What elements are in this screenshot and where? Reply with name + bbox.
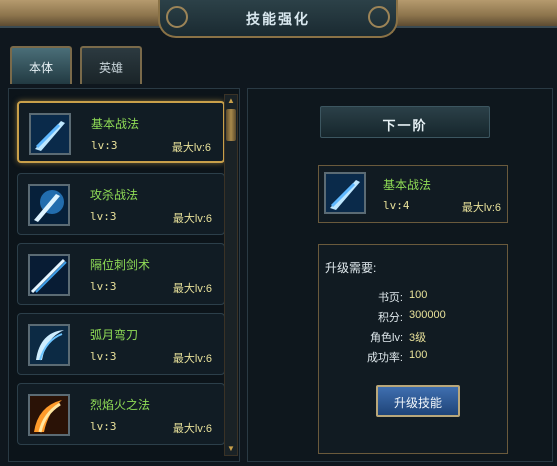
skill-list: 基本战法 lv:3 最大lv:6 攻杀战法 lv:3 最大lv:6 隔位刺剑术 … — [8, 88, 240, 462]
skill-name: 弧月弯刀 — [90, 328, 139, 342]
skill-item-3[interactable]: 隔位刺剑术 lv:3 最大lv:6 — [17, 243, 225, 305]
skill-level: lv:3 — [90, 420, 117, 433]
skill-name: 隔位刺剑术 — [90, 258, 151, 272]
next-stage-level: lv:4 — [383, 199, 410, 212]
skill-item-1[interactable]: 基本战法 lv:3 最大lv:6 — [17, 101, 225, 163]
requirement-value: 300000 — [409, 309, 446, 321]
title-plate: 技能强化 — [158, 0, 398, 38]
window-title: 技能强化 — [246, 11, 310, 27]
tab-body[interactable]: 本体 — [10, 46, 72, 84]
requirement-label: 成功率: — [366, 352, 403, 364]
sword-thrust-icon — [28, 254, 70, 296]
skill-level: lv:3 — [90, 210, 117, 223]
next-stage-header: 下一阶 — [320, 106, 490, 138]
skill-item-4[interactable]: 弧月弯刀 lv:3 最大lv:6 — [17, 313, 225, 375]
next-stage-max-level: 最大lv:6 — [461, 202, 501, 214]
skill-level: lv:3 — [90, 350, 117, 363]
next-stage-skill-name: 基本战法 — [383, 178, 432, 192]
requirement-value: 100 — [409, 349, 428, 361]
requirement-label: 积分: — [377, 312, 403, 324]
sword-slash-icon — [324, 172, 366, 214]
fire-slash-icon — [28, 394, 70, 436]
requirement-label: 角色lv: — [370, 332, 403, 344]
skill-max-level: 最大lv:6 — [172, 283, 212, 295]
scroll-up-icon[interactable]: ▲ — [225, 95, 237, 107]
skill-name: 烈焰火之法 — [90, 398, 151, 412]
skill-level: lv:3 — [90, 280, 117, 293]
skill-max-level: 最大lv:6 — [172, 213, 212, 225]
scroll-thumb[interactable] — [226, 109, 236, 141]
skill-max-level: 最大lv:6 — [172, 353, 212, 365]
skill-list-scrollbar[interactable]: ▲ ▼ — [224, 94, 238, 456]
skill-max-level: 最大lv:6 — [172, 423, 212, 435]
skill-level: lv:3 — [91, 139, 118, 152]
skill-max-level: 最大lv:6 — [171, 142, 211, 154]
next-stage-card: 基本战法 lv:4 最大lv:6 — [318, 165, 508, 223]
blue-burst-icon — [28, 184, 70, 226]
requirement-label: 书页: — [377, 292, 403, 304]
requirements-title: 升级需要: — [325, 261, 377, 275]
skill-name: 基本战法 — [91, 117, 140, 131]
upgrade-skill-button[interactable]: 升级技能 — [376, 385, 460, 417]
sword-slash-icon — [29, 113, 71, 155]
requirement-value: 3级 — [409, 332, 427, 344]
tab-hero[interactable]: 英雄 — [80, 46, 142, 84]
skill-item-5[interactable]: 烈焰火之法 lv:3 最大lv:6 — [17, 383, 225, 445]
scroll-down-icon[interactable]: ▼ — [225, 443, 237, 455]
crescent-blade-icon — [28, 324, 70, 366]
requirement-value: 100 — [409, 289, 428, 301]
skill-name: 攻杀战法 — [90, 188, 139, 202]
skill-item-2[interactable]: 攻杀战法 lv:3 最大lv:6 — [17, 173, 225, 235]
upgrade-requirements: 升级需要: 书页: 100 积分: 300000 角色lv: 3级 成功率: 1… — [318, 244, 508, 454]
